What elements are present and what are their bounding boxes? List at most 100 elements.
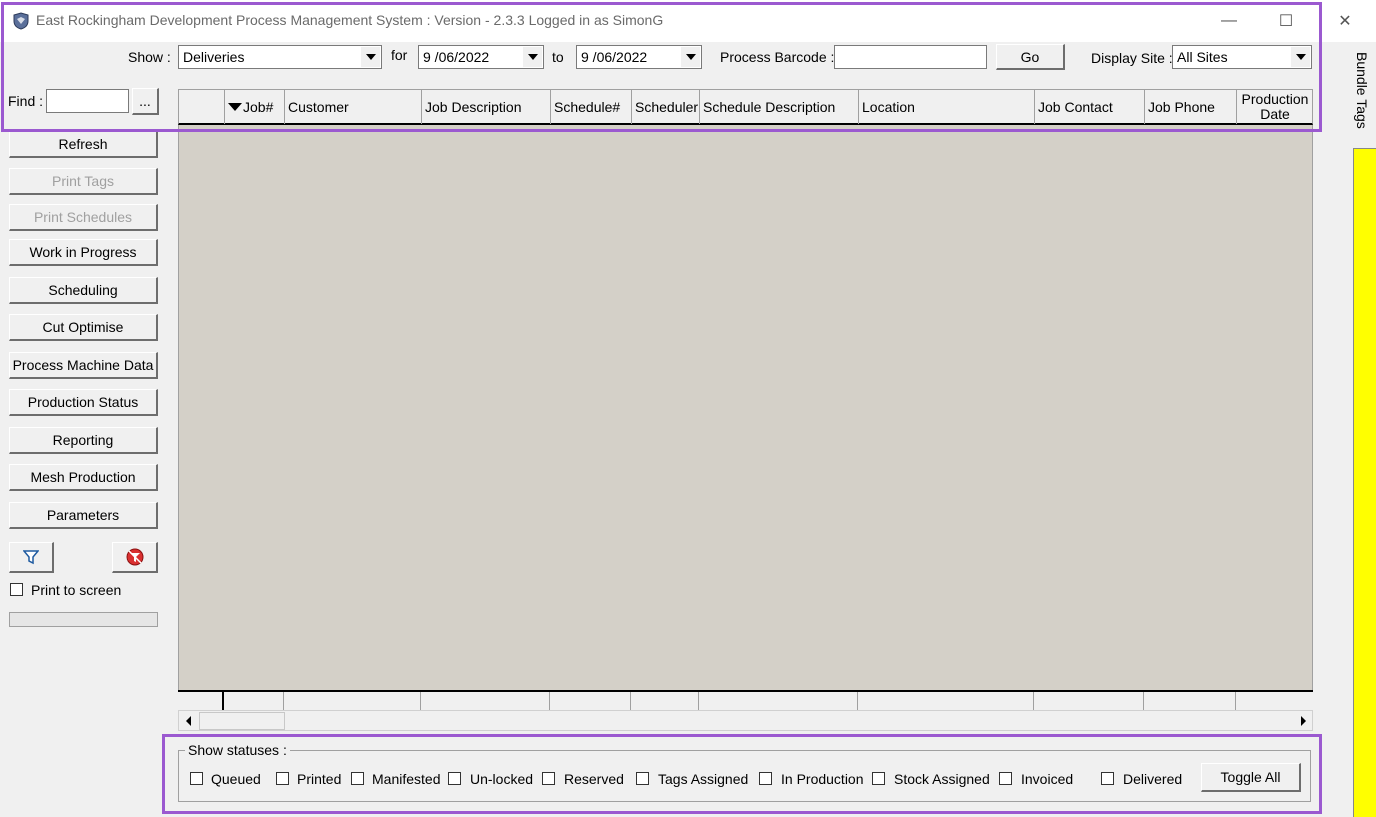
- title-bar: East Rockingham Development Process Mana…: [0, 0, 1376, 42]
- column-header-schedule-description[interactable]: Schedule Description: [700, 90, 859, 124]
- column-header-production-date[interactable]: Production Date: [1237, 90, 1313, 124]
- progress-bar: [9, 612, 158, 627]
- status-tags-assigned-checkbox[interactable]: [636, 772, 649, 785]
- from-date-value: 9 /06/2022: [423, 49, 490, 65]
- column-header-job-contact[interactable]: Job Contact: [1035, 90, 1145, 124]
- status-unlocked-label: Un-locked: [470, 771, 534, 787]
- to-label: to: [552, 49, 564, 65]
- status-in-production-label: In Production: [781, 771, 864, 787]
- window-title: East Rockingham Development Process Mana…: [36, 12, 664, 28]
- display-site-select[interactable]: All Sites: [1172, 45, 1312, 69]
- horizontal-scrollbar[interactable]: [178, 710, 1313, 731]
- status-invoiced-checkbox[interactable]: [999, 772, 1012, 785]
- reporting-button[interactable]: Reporting: [9, 427, 158, 454]
- find-input[interactable]: [46, 89, 129, 113]
- status-stock-assigned-checkbox[interactable]: [872, 772, 885, 785]
- bundle-tags-panel[interactable]: [1353, 148, 1376, 817]
- to-date-picker[interactable]: 9 /06/2022: [576, 45, 702, 69]
- scrollbar-thumb[interactable]: [199, 712, 285, 730]
- mesh-production-button[interactable]: Mesh Production: [9, 464, 158, 491]
- show-label: Show :: [128, 49, 171, 65]
- scroll-right-icon[interactable]: [1295, 713, 1311, 729]
- chevron-down-icon[interactable]: [681, 47, 700, 67]
- status-stock-assigned-label: Stock Assigned: [894, 771, 990, 787]
- chevron-down-icon[interactable]: [1291, 47, 1310, 67]
- print-tags-button[interactable]: Print Tags: [9, 168, 158, 195]
- footer-cell: [284, 692, 421, 710]
- column-header-selector[interactable]: [179, 90, 225, 124]
- column-header-location[interactable]: Location: [859, 90, 1035, 124]
- footer-cell: [224, 692, 284, 710]
- column-header-job-number[interactable]: Job#: [225, 90, 285, 124]
- app-logo-icon: [13, 12, 29, 30]
- footer-cell: [550, 692, 631, 710]
- funnel-icon: [23, 550, 39, 565]
- status-tags-assigned-label: Tags Assigned: [658, 771, 749, 787]
- column-header-schedule-number[interactable]: Schedule#: [551, 90, 632, 124]
- find-label: Find :: [8, 93, 44, 109]
- sort-descending-icon: [228, 103, 242, 111]
- footer-cell: [1034, 692, 1144, 710]
- close-button[interactable]: ✕: [1322, 0, 1368, 42]
- status-reserved-checkbox[interactable]: [542, 772, 555, 785]
- display-site-label: Display Site :: [1091, 50, 1173, 66]
- go-button[interactable]: Go: [996, 44, 1065, 70]
- footer-cell: [699, 692, 858, 710]
- minimize-button[interactable]: —: [1206, 0, 1252, 42]
- column-header-label: Job#: [243, 99, 274, 115]
- for-label: for: [391, 47, 408, 63]
- filter-button[interactable]: [9, 542, 54, 573]
- work-in-progress-button[interactable]: Work in Progress: [9, 239, 158, 266]
- status-delivered-checkbox[interactable]: [1101, 772, 1114, 785]
- status-printed-checkbox[interactable]: [276, 772, 289, 785]
- status-printed-label: Printed: [297, 771, 342, 787]
- grid-footer: [178, 690, 1313, 710]
- footer-cell: [178, 692, 224, 710]
- refresh-button[interactable]: Refresh: [9, 131, 158, 158]
- find-browse-button[interactable]: ...: [132, 88, 159, 115]
- to-date-value: 9 /06/2022: [581, 49, 648, 65]
- status-delivered-label: Delivered: [1123, 771, 1183, 787]
- scheduling-button[interactable]: Scheduling: [9, 277, 158, 304]
- print-to-screen-label: Print to screen: [31, 582, 122, 598]
- show-select-value: Deliveries: [183, 49, 245, 65]
- show-statuses-title: Show statuses :: [185, 742, 290, 758]
- clear-filter-icon: [126, 548, 143, 566]
- column-header-job-phone[interactable]: Job Phone: [1145, 90, 1237, 124]
- process-barcode-input[interactable]: [834, 45, 987, 69]
- status-queued-label: Queued: [211, 771, 261, 787]
- print-to-screen-checkbox[interactable]: [10, 583, 23, 596]
- grid-header: Job# Customer Job Description Schedule# …: [178, 89, 1313, 125]
- column-header-job-description[interactable]: Job Description: [422, 90, 551, 124]
- footer-cell: [631, 692, 699, 710]
- process-barcode-label: Process Barcode :: [720, 49, 835, 65]
- from-date-picker[interactable]: 9 /06/2022: [418, 45, 544, 69]
- footer-cell: [858, 692, 1034, 710]
- production-status-button[interactable]: Production Status: [9, 389, 158, 416]
- maximize-button[interactable]: ☐: [1263, 0, 1309, 42]
- clear-filter-button[interactable]: [112, 542, 158, 573]
- status-reserved-label: Reserved: [564, 771, 624, 787]
- show-select[interactable]: Deliveries: [178, 45, 382, 69]
- column-header-scheduler[interactable]: Scheduler: [632, 90, 700, 124]
- display-site-value: All Sites: [1177, 49, 1228, 65]
- status-unlocked-checkbox[interactable]: [448, 772, 461, 785]
- status-manifested-label: Manifested: [372, 771, 441, 787]
- print-schedules-button[interactable]: Print Schedules: [9, 204, 158, 231]
- footer-cell: [1144, 692, 1236, 710]
- chevron-down-icon[interactable]: [361, 47, 380, 67]
- chevron-down-icon[interactable]: [523, 47, 542, 67]
- status-invoiced-label: Invoiced: [1021, 771, 1074, 787]
- grid-body[interactable]: [178, 125, 1313, 691]
- cut-optimise-button[interactable]: Cut Optimise: [9, 314, 158, 341]
- status-queued-checkbox[interactable]: [190, 772, 203, 785]
- scroll-left-icon[interactable]: [180, 713, 196, 729]
- bundle-tags-tab-label: Bundle Tags: [1354, 52, 1370, 129]
- status-manifested-checkbox[interactable]: [351, 772, 364, 785]
- toggle-all-button[interactable]: Toggle All: [1201, 763, 1301, 792]
- parameters-button[interactable]: Parameters: [9, 502, 158, 529]
- status-in-production-checkbox[interactable]: [759, 772, 772, 785]
- column-header-customer[interactable]: Customer: [285, 90, 422, 124]
- footer-cell: [421, 692, 550, 710]
- process-machine-data-button[interactable]: Process Machine Data: [9, 352, 158, 379]
